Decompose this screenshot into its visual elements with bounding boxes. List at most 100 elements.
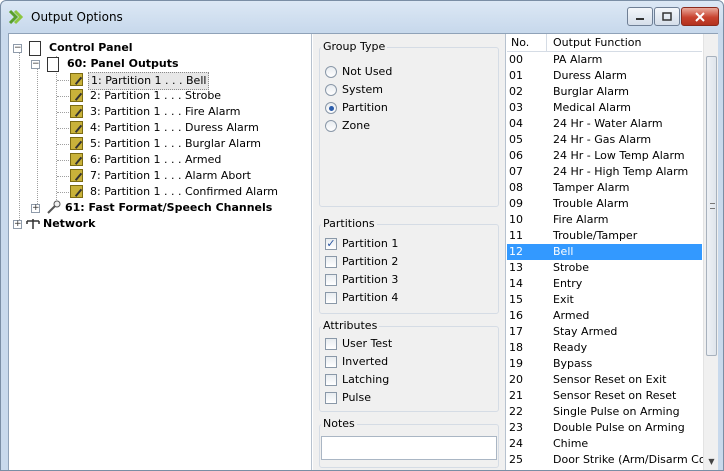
output-tree[interactable]: − Control Panel − 60: Panel Outputs 1: P… [9,34,312,470]
list-row[interactable]: 12 Bell [507,244,702,260]
list-row[interactable]: 16 Armed [507,308,702,324]
column-header-no[interactable]: No. [507,34,547,52]
radio-button-selected[interactable] [325,102,337,114]
list-row[interactable]: 13 Strobe [507,260,702,276]
radio-button[interactable] [325,120,337,132]
tree-branch-line [57,128,69,129]
row-function: Trouble/Tamper [553,229,638,242]
checkbox[interactable] [325,292,337,304]
row-number: 09 [509,197,523,210]
radio-label: Zone [342,119,371,132]
checkbox[interactable] [325,256,337,268]
list-row[interactable]: 15 Exit [507,292,702,308]
list-row[interactable]: 25 Door Strike (Arm/Disarm Code) [507,452,718,468]
checkbox-label: Pulse [342,391,371,404]
list-row[interactable]: 10 Fire Alarm [507,212,702,228]
tree-node-label: Network [43,217,96,230]
vertical-scrollbar[interactable]: ▲ ▼ [703,34,718,470]
list-row[interactable]: 06 24 Hr - Low Temp Alarm [507,148,702,164]
tree-node-label: 60: Panel Outputs [67,57,179,70]
checkbox-label: Partition 3 [342,273,399,286]
row-number: 00 [509,53,523,66]
notes-label: Notes [321,417,357,430]
radio-label: Partition [342,101,388,114]
list-row[interactable]: 03 Medical Alarm [507,100,702,116]
tree-item-label: 4: Partition 1 . . . Duress Alarm [90,121,259,134]
output-icon [70,73,83,86]
row-number: 14 [509,277,523,290]
checkbox[interactable] [325,392,337,404]
row-number: 18 [509,341,523,354]
title-bar[interactable]: Output Options [1,1,723,33]
checkbox[interactable] [325,356,337,368]
row-number: 11 [509,229,523,242]
expand-toggle-icon[interactable]: + [13,220,22,229]
checkbox[interactable] [325,274,337,286]
output-icon [70,89,83,102]
row-number: 16 [509,309,523,322]
list-row[interactable]: 20 Sensor Reset on Exit [507,372,702,388]
checkbox[interactable] [325,338,337,350]
list-row[interactable]: 18 Ready [507,340,702,356]
list-row[interactable]: 14 Entry [507,276,702,292]
row-number: 01 [509,69,523,82]
row-function: Stay Armed [553,325,618,338]
row-number: 10 [509,213,523,226]
list-rows: 00 PA Alarm 01 Duress Alarm 02 Burglar Alarm 0… [507,52,718,468]
list-row[interactable]: 08 Tamper Alarm [507,180,702,196]
list-row[interactable]: 07 24 Hr - High Temp Alarm [507,164,702,180]
tree-branch-line [57,96,69,97]
tree-branch-line [57,80,69,81]
tree-item-label: 8: Partition 1 . . . Confirmed Alarm [90,185,278,198]
output-function-list[interactable]: No. Output Function 00 PA Alarm 01 Duress A… [507,34,718,470]
checkbox[interactable] [325,374,337,386]
scroll-down-icon[interactable]: ▼ [705,454,718,470]
list-row[interactable]: 17 Stay Armed [507,324,702,340]
list-row[interactable]: 19 Bypass [507,356,702,372]
tree-item-label: 5: Partition 1 . . . Burglar Alarm [90,137,262,150]
row-number: 23 [509,421,523,434]
maximize-button[interactable] [654,7,680,26]
column-header-function[interactable]: Output Function [547,34,642,52]
list-row[interactable]: 04 24 Hr - Water Alarm [507,116,702,132]
partitions-label: Partitions [321,217,377,230]
tree-item-label: 7: Partition 1 . . . Alarm Abort [90,169,251,182]
tree-branch-line [57,112,69,113]
row-function: Strobe [553,261,590,274]
notes-input[interactable] [321,436,497,460]
scroll-thumb[interactable] [706,56,717,356]
attributes-label: Attributes [321,319,380,332]
list-row[interactable]: 00 PA Alarm [507,52,702,68]
row-number: 22 [509,405,523,418]
minimize-button[interactable] [627,7,653,26]
list-row[interactable]: 22 Single Pulse on Arming [507,404,702,420]
list-row[interactable]: 02 Burglar Alarm [507,84,702,100]
row-number: 13 [509,261,523,274]
row-function: Exit [553,293,574,306]
panel-icon [29,41,41,56]
row-function: Fire Alarm [553,213,609,226]
output-icon [70,137,83,150]
list-row[interactable]: 09 Trouble Alarm [507,196,702,212]
group-type-label: Group Type [321,40,388,53]
close-button[interactable] [681,7,719,26]
checkbox-checked[interactable]: ✓ [325,238,337,250]
collapse-toggle-icon[interactable]: − [31,60,40,69]
row-number: 04 [509,117,523,130]
tree-item-label: 3: Partition 1 . . . Fire Alarm [90,105,241,118]
list-row[interactable]: 05 24 Hr - Gas Alarm [507,132,702,148]
expand-toggle-icon[interactable]: + [31,204,40,213]
list-row[interactable]: 24 Chime [507,436,702,452]
list-row[interactable]: 01 Duress Alarm [507,68,702,84]
radio-button[interactable] [325,66,337,78]
row-function: Medical Alarm [553,101,632,114]
list-row[interactable]: 23 Double Pulse on Arming [507,420,702,436]
list-row[interactable]: 11 Trouble/Tamper [507,228,702,244]
radio-button[interactable] [325,84,337,96]
list-row[interactable]: 21 Sensor Reset on Reset [507,388,702,404]
row-number: 17 [509,325,523,338]
tree-guide-line [19,48,20,224]
collapse-toggle-icon[interactable]: − [13,44,22,53]
output-icon [70,121,83,134]
checkbox-label: Inverted [342,355,389,368]
